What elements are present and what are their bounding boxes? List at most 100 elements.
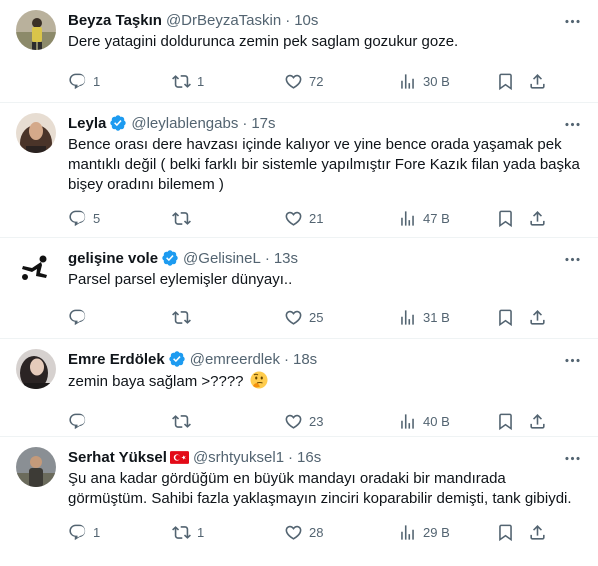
timestamp[interactable]: 13s: [274, 250, 298, 267]
separator-dot: ·: [285, 11, 291, 29]
reply-button[interactable]: 1: [68, 72, 172, 91]
tweet[interactable]: Beyza Taşkın @DrBeyzaTaskin · 10s Dere y…: [0, 0, 598, 103]
bar-chart-icon: [398, 308, 417, 327]
like-button[interactable]: 23: [284, 412, 398, 431]
like-count: 28: [309, 524, 324, 540]
views-button[interactable]: 47 B: [398, 209, 496, 228]
retweet-icon: [172, 412, 191, 431]
views-button[interactable]: 31 B: [398, 308, 496, 327]
tweet[interactable]: Serhat Yüksel @srhtyuksel1 · 16s Şu ana …: [0, 437, 598, 566]
views-button[interactable]: 30 B: [398, 72, 496, 91]
timestamp[interactable]: 10s: [294, 12, 318, 29]
like-button[interactable]: 28: [284, 523, 398, 542]
heart-icon: [284, 72, 303, 91]
reply-button[interactable]: [68, 412, 172, 431]
heart-icon: [284, 523, 303, 542]
like-button[interactable]: 25: [284, 308, 398, 327]
bookmark-button[interactable]: [496, 523, 528, 542]
view-count: 31 B: [423, 309, 450, 325]
tweet[interactable]: Emre Erdölek @emreerdlek · 18s zemin bay…: [0, 339, 598, 437]
share-button[interactable]: [528, 72, 548, 91]
user-handle[interactable]: @GelisineL: [183, 250, 261, 267]
reply-icon: [68, 523, 87, 542]
timestamp[interactable]: 16s: [297, 449, 321, 466]
user-handle[interactable]: @DrBeyzaTaskin: [166, 12, 281, 29]
display-name[interactable]: gelişine vole: [68, 250, 158, 267]
bookmark-icon: [496, 209, 515, 228]
separator-dot: ·: [283, 350, 289, 368]
retweet-button[interactable]: [172, 308, 284, 327]
retweet-icon: [172, 523, 191, 542]
reply-button[interactable]: 1: [68, 523, 172, 542]
like-button[interactable]: 72: [284, 72, 398, 91]
more-options-icon[interactable]: [563, 351, 582, 370]
retweet-button[interactable]: 1: [172, 523, 284, 542]
action-bar: 1 1 72 30 B: [68, 61, 582, 101]
retweet-icon: [172, 72, 191, 91]
verified-badge-icon: [109, 114, 127, 132]
more-options-icon[interactable]: [563, 449, 582, 468]
avatar[interactable]: [16, 248, 56, 288]
like-button[interactable]: 21: [284, 209, 398, 228]
view-count: 30 B: [423, 73, 450, 89]
retweet-button[interactable]: [172, 412, 284, 431]
bar-chart-icon: [398, 209, 417, 228]
bookmark-button[interactable]: [496, 72, 528, 91]
user-handle[interactable]: @leylablengabs: [131, 115, 238, 132]
verified-badge-icon: [161, 249, 179, 267]
views-button[interactable]: 40 B: [398, 412, 496, 431]
bookmark-icon: [496, 308, 515, 327]
tweet[interactable]: gelişine vole @GelisineL · 13s Parsel pa…: [0, 238, 598, 339]
bookmark-button[interactable]: [496, 308, 528, 327]
separator-dot: ·: [242, 114, 248, 132]
share-button[interactable]: [528, 209, 548, 228]
tweet-header: Emre Erdölek @emreerdlek · 18s: [68, 349, 582, 369]
tweet-header: Serhat Yüksel @srhtyuksel1 · 16s: [68, 447, 582, 467]
avatar[interactable]: [16, 349, 56, 389]
share-button[interactable]: [528, 308, 548, 327]
display-name[interactable]: Leyla: [68, 115, 106, 132]
like-count: 25: [309, 309, 324, 325]
retweet-icon: [172, 308, 191, 327]
bookmark-button[interactable]: [496, 412, 528, 431]
display-name[interactable]: Beyza Taşkın: [68, 12, 162, 29]
timestamp[interactable]: 18s: [293, 351, 317, 368]
like-count: 72: [309, 73, 324, 89]
share-button[interactable]: [528, 523, 548, 542]
reply-count: 5: [93, 210, 101, 226]
reply-button[interactable]: [68, 308, 172, 327]
avatar[interactable]: [16, 10, 56, 50]
display-name[interactable]: Serhat Yüksel: [68, 449, 167, 466]
avatar[interactable]: [16, 113, 56, 153]
reply-icon: [68, 209, 87, 228]
reply-feed: Beyza Taşkın @DrBeyzaTaskin · 10s Dere y…: [0, 0, 598, 566]
share-button[interactable]: [528, 412, 548, 431]
user-handle[interactable]: @srhtyuksel1: [193, 449, 284, 466]
like-count: 21: [309, 210, 324, 226]
like-count: 23: [309, 413, 324, 429]
retweet-button[interactable]: [172, 209, 284, 228]
retweet-count: 1: [197, 524, 205, 540]
retweet-button[interactable]: 1: [172, 72, 284, 91]
views-button[interactable]: 29 B: [398, 523, 496, 542]
more-options-icon[interactable]: [563, 115, 582, 134]
action-bar: 1 1 28 29 B: [68, 512, 582, 552]
more-options-icon[interactable]: [563, 12, 582, 31]
action-bar: 23 40 B: [68, 401, 582, 441]
bar-chart-icon: [398, 523, 417, 542]
tweet-text: Şu ana kadar gördüğüm en büyük mandayı o…: [68, 470, 572, 507]
bookmark-button[interactable]: [496, 209, 528, 228]
user-handle[interactable]: @emreerdlek: [190, 351, 280, 368]
separator-dot: ·: [264, 249, 270, 267]
share-icon: [528, 412, 547, 431]
avatar[interactable]: [16, 447, 56, 487]
more-options-icon[interactable]: [563, 250, 582, 269]
tweet-text: Dere yatagini doldurunca zemin pek sagla…: [68, 33, 459, 50]
reply-button[interactable]: 5: [68, 209, 172, 228]
tweet[interactable]: Leyla @leylablengabs · 17s Bence orası d…: [0, 103, 598, 238]
timestamp[interactable]: 17s: [251, 115, 275, 132]
tweet-text: Bence orası dere havzası içinde kalıyor …: [68, 136, 580, 193]
display-name[interactable]: Emre Erdölek: [68, 351, 165, 368]
view-count: 29 B: [423, 524, 450, 540]
reply-icon: [68, 72, 87, 91]
